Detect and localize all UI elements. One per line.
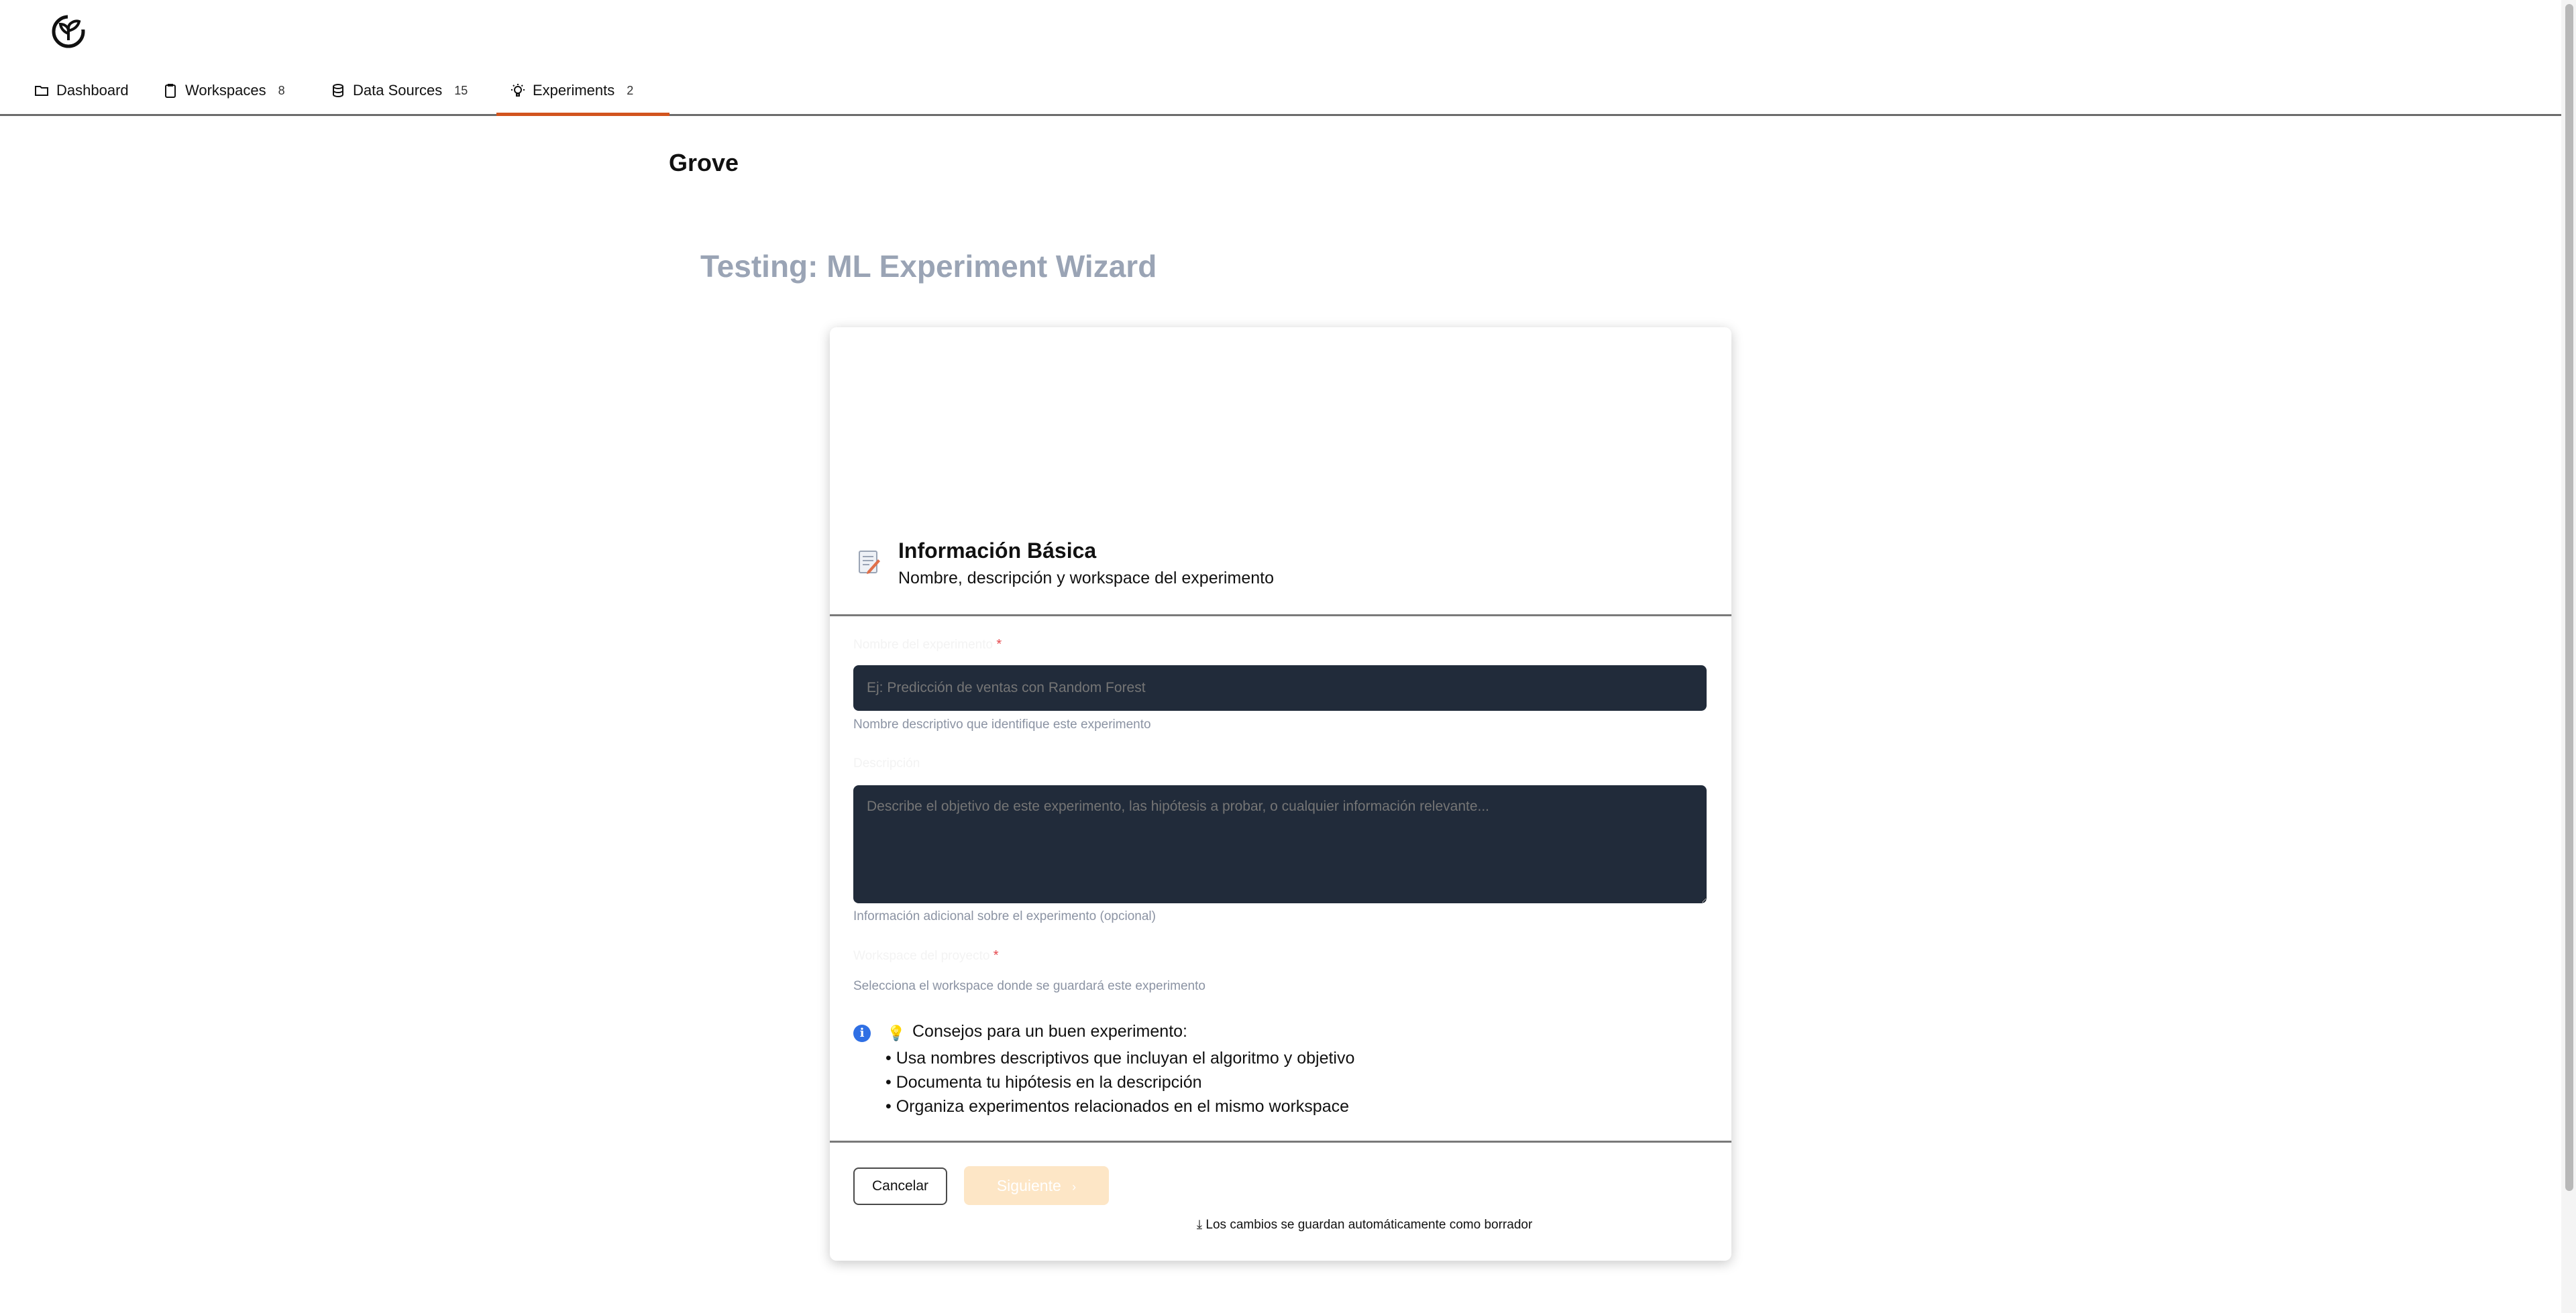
- name-field-help: Nombre descriptivo que identifique este …: [853, 718, 1151, 732]
- memo-icon: [859, 551, 880, 574]
- workspace-field-label: Workspace del proyecto *: [853, 948, 999, 964]
- next-button[interactable]: Siguiente ›: [964, 1166, 1109, 1205]
- list-item: Documenta tu hipótesis en la descripción: [885, 1070, 1354, 1094]
- nav-tab-workspaces[interactable]: Workspaces 8: [149, 67, 330, 114]
- download-icon: ⤓: [1196, 1218, 1203, 1232]
- experiment-description-textarea[interactable]: [853, 785, 1707, 903]
- description-field-label: Descripción: [853, 756, 920, 770]
- nav-tab-data-sources[interactable]: Data Sources 15: [317, 67, 523, 114]
- workspace-field-help: Selecciona el workspace donde se guardar…: [853, 979, 1205, 993]
- description-field-help: Información adicional sobre el experimen…: [853, 909, 1156, 923]
- page-scrollbar[interactable]: [2561, 0, 2576, 1313]
- nav-tab-label: Experiments: [533, 82, 615, 99]
- step-subtitle: Nombre, descripción y workspace del expe…: [898, 569, 1274, 587]
- name-label-text: Nombre del experimento: [853, 638, 994, 652]
- database-icon: [333, 84, 343, 98]
- step-title: Información Básica: [898, 538, 1097, 563]
- grove-logo-icon[interactable]: [48, 9, 89, 54]
- nav-tab-count: 2: [627, 83, 634, 97]
- workspace-label-text: Workspace del proyecto: [853, 949, 990, 963]
- required-mark: *: [993, 948, 999, 963]
- experiment-name-input[interactable]: [853, 665, 1707, 711]
- tips-heading: Consejos para un buen experimento:: [912, 1022, 1187, 1041]
- wizard-title: Testing: ML Experiment Wizard: [700, 249, 1157, 284]
- lightbulb-icon: [511, 84, 525, 97]
- list-item: Organiza experimentos relacionados en el…: [885, 1094, 1354, 1119]
- nav-tab-count: 8: [278, 83, 285, 97]
- tips-list: Usa nombres descriptivos que incluyan el…: [885, 1046, 1355, 1119]
- autosave-text: Los cambios se guardan automáticamente c…: [1205, 1218, 1533, 1232]
- nav-tab-experiments[interactable]: Experiments 2: [496, 67, 669, 116]
- top-navigation-bar: Dashboard Workspaces 8 Data Sources 15 E…: [0, 0, 2561, 116]
- cancel-button[interactable]: Cancelar: [853, 1167, 947, 1205]
- brand-title: Grove: [669, 149, 739, 176]
- lightbulb-emoji-icon: 💡: [887, 1025, 906, 1041]
- wizard-card: Información Básica Nombre, descripción y…: [830, 327, 1731, 1261]
- required-mark: *: [996, 637, 1002, 652]
- nav-tab-label: Dashboard: [56, 82, 129, 99]
- list-item: Usa nombres descriptivos que incluyan el…: [885, 1046, 1355, 1070]
- folder-icon: [35, 86, 48, 96]
- autosave-note: ⤓ Los cambios se guardan automáticamente…: [830, 1218, 1731, 1233]
- next-button-label: Siguiente: [996, 1176, 1061, 1194]
- nav-tab-label: Workspaces: [185, 82, 266, 99]
- chevron-right-icon: ›: [1072, 1180, 1077, 1194]
- info-icon: i: [853, 1025, 871, 1042]
- name-field-label: Nombre del experimento *: [853, 637, 1002, 652]
- scrollbar-thumb[interactable]: [2565, 4, 2573, 1191]
- nav-tab-label: Data Sources: [353, 82, 443, 99]
- nav-tab-count: 15: [454, 83, 468, 97]
- clipboard-icon: [165, 84, 176, 98]
